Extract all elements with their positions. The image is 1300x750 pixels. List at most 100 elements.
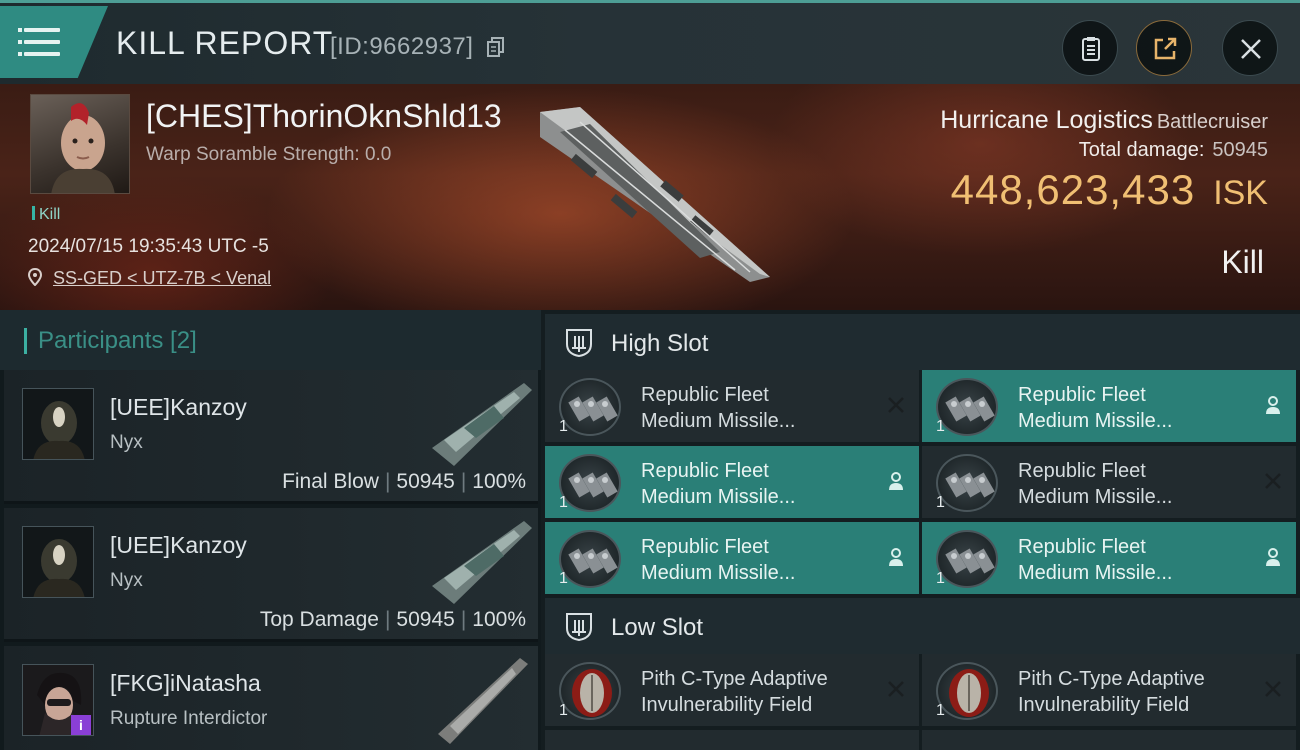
close-button[interactable] — [1222, 20, 1278, 76]
high-slot-label: High Slot — [611, 330, 709, 357]
module-quantity: 1 — [559, 570, 568, 587]
victim-ship-info: Hurricane Logistics Battlecruiser Total d… — [940, 106, 1268, 214]
kill-tag: Kill — [32, 206, 60, 224]
shield-hardener-icon — [936, 662, 998, 720]
module-item-partial[interactable] — [922, 730, 1296, 750]
low-slot-icon — [566, 613, 592, 642]
kill-location[interactable]: SS-GED < UTZ-7B < Venal — [27, 267, 271, 289]
missile-launcher-icon — [559, 530, 621, 588]
destroyed-icon — [888, 397, 904, 413]
victim-portrait[interactable] — [30, 94, 130, 194]
copy-icon[interactable] — [487, 37, 505, 57]
module-quantity: 1 — [936, 702, 945, 719]
kill-id: [ID:9662937] — [330, 33, 474, 60]
missile-launcher-icon — [936, 454, 998, 512]
module-item-partial[interactable] — [545, 730, 919, 750]
modules-panel: High Slot 1 Republic Fleet Medium Missile… — [541, 310, 1300, 750]
low-slot-header: Low Slot — [545, 598, 1300, 654]
module-item[interactable]: 1 Republic Fleet Medium Missile... — [922, 370, 1296, 442]
isk-unit: ISK — [1213, 174, 1268, 212]
participant-percent: 100% — [472, 608, 526, 631]
participants-title: Participants [2] — [38, 327, 197, 354]
low-slot-label: Low Slot — [611, 614, 704, 641]
module-name: Republic Fleet Medium Missile... — [641, 536, 796, 584]
module-item[interactable]: 1 Republic Fleet Medium Missile... — [545, 446, 919, 518]
ship-class: Battlecruiser — [1156, 111, 1268, 133]
missile-launcher-icon — [559, 378, 621, 436]
module-quantity: 1 — [936, 418, 945, 435]
close-icon — [1241, 39, 1261, 59]
participant-damage: 50945 — [396, 470, 455, 493]
participant-avatar — [22, 526, 94, 598]
participant-avatar — [22, 388, 94, 460]
total-damage-value: 50945 — [1212, 139, 1268, 161]
participant-name[interactable]: [UEE]Kanzoy — [110, 394, 247, 421]
kill-result: Kill — [1221, 244, 1264, 280]
title-bar: KILL REPORT [ID:9662937] — [0, 0, 1300, 84]
missile-launcher-icon — [936, 530, 998, 588]
participant-damage: 50945 — [396, 608, 455, 631]
module-quantity: 1 — [936, 494, 945, 511]
module-quantity: 1 — [936, 570, 945, 587]
missile-launcher-icon — [559, 454, 621, 512]
menu-button[interactable] — [0, 6, 108, 78]
module-item[interactable]: 1 Republic Fleet Medium Missile... — [545, 370, 919, 442]
participant-ship-image — [432, 521, 532, 604]
module-name: Republic Fleet Medium Missile... — [1018, 384, 1173, 432]
total-damage: Total damage: 50945 — [940, 139, 1268, 162]
share-button[interactable] — [1136, 20, 1192, 76]
ship-name[interactable]: Hurricane Logistics — [940, 106, 1153, 134]
location-pin-icon — [27, 267, 43, 287]
participants-header: Participants [2] — [0, 310, 541, 370]
participant-row[interactable]: [UEE]Kanzoy Nyx Final Blow | 50945 | 100% — [4, 370, 538, 504]
module-item[interactable]: 1 Pith C-Type Adaptive Invulnerability Fi… — [922, 654, 1296, 726]
participant-row[interactable]: [UEE]Kanzoy Nyx Top Damage | 50945 | 100% — [4, 508, 538, 642]
module-item[interactable]: 1 Pith C-Type Adaptive Invulnerability Fi… — [545, 654, 919, 726]
destroyed-icon — [1265, 473, 1281, 489]
module-name: Pith C-Type Adaptive Invulnerability Fiel… — [1018, 668, 1205, 716]
victim-banner: [CHES]ThorinOknShld13 Warp Soramble Stre… — [0, 84, 1300, 310]
participant-row[interactable]: i [FKG]iNatasha Rupture Interdictor — [4, 646, 538, 750]
missile-launcher-icon — [936, 378, 998, 436]
high-slot-icon — [566, 329, 592, 358]
dropped-person-icon — [1266, 396, 1280, 414]
participant-ship-image — [438, 658, 528, 744]
dropped-person-icon — [889, 548, 903, 566]
isk-value: 448,623,433 ISK — [940, 166, 1268, 214]
destroyed-icon — [888, 681, 904, 697]
module-item[interactable]: 1 Republic Fleet Medium Missile... — [922, 446, 1296, 518]
isk-amount: 448,623,433 — [950, 166, 1196, 213]
participant-role: Final Blow — [282, 470, 379, 493]
dropped-person-icon — [889, 472, 903, 490]
warp-scramble-strength: Warp Soramble Strength: 0.0 — [146, 144, 392, 165]
info-badge: i — [71, 715, 91, 735]
module-name: Republic Fleet Medium Missile... — [1018, 460, 1173, 508]
module-quantity: 1 — [559, 702, 568, 719]
participant-percent: 100% — [472, 470, 526, 493]
total-damage-label: Total damage: — [1078, 139, 1205, 161]
kill-datetime: 2024/07/15 19:35:43 UTC -5 — [28, 236, 269, 257]
module-item[interactable]: 1 Republic Fleet Medium Missile... — [545, 522, 919, 594]
hamburger-icon — [18, 28, 60, 56]
participant-stats: Final Blow | 50945 | 100% — [282, 470, 526, 493]
module-name: Republic Fleet Medium Missile... — [1018, 536, 1173, 584]
clipboard-button[interactable] — [1062, 20, 1118, 76]
participant-ship: Rupture Interdictor — [110, 708, 268, 729]
dropped-person-icon — [1266, 548, 1280, 566]
location-link[interactable]: SS-GED < UTZ-7B < Venal — [53, 268, 271, 288]
participant-name[interactable]: [FKG]iNatasha — [110, 670, 261, 697]
clipboard-icon — [1082, 37, 1100, 61]
participants-panel: Participants [2] [UEE]Kanzoy Nyx Final B… — [0, 310, 541, 750]
module-name: Republic Fleet Medium Missile... — [641, 460, 796, 508]
victim-ship-image — [540, 107, 770, 282]
module-quantity: 1 — [559, 418, 568, 435]
victim-name[interactable]: [CHES]ThorinOknShld13 — [146, 98, 502, 135]
participant-name[interactable]: [UEE]Kanzoy — [110, 532, 247, 559]
high-slot-header: High Slot — [545, 314, 1300, 370]
shield-hardener-icon — [559, 662, 621, 720]
module-item[interactable]: 1 Republic Fleet Medium Missile... — [922, 522, 1296, 594]
destroyed-icon — [1265, 681, 1281, 697]
participant-ship-image — [432, 383, 532, 466]
participant-stats: Top Damage | 50945 | 100% — [259, 608, 526, 631]
module-name: Pith C-Type Adaptive Invulnerability Fiel… — [641, 668, 828, 716]
